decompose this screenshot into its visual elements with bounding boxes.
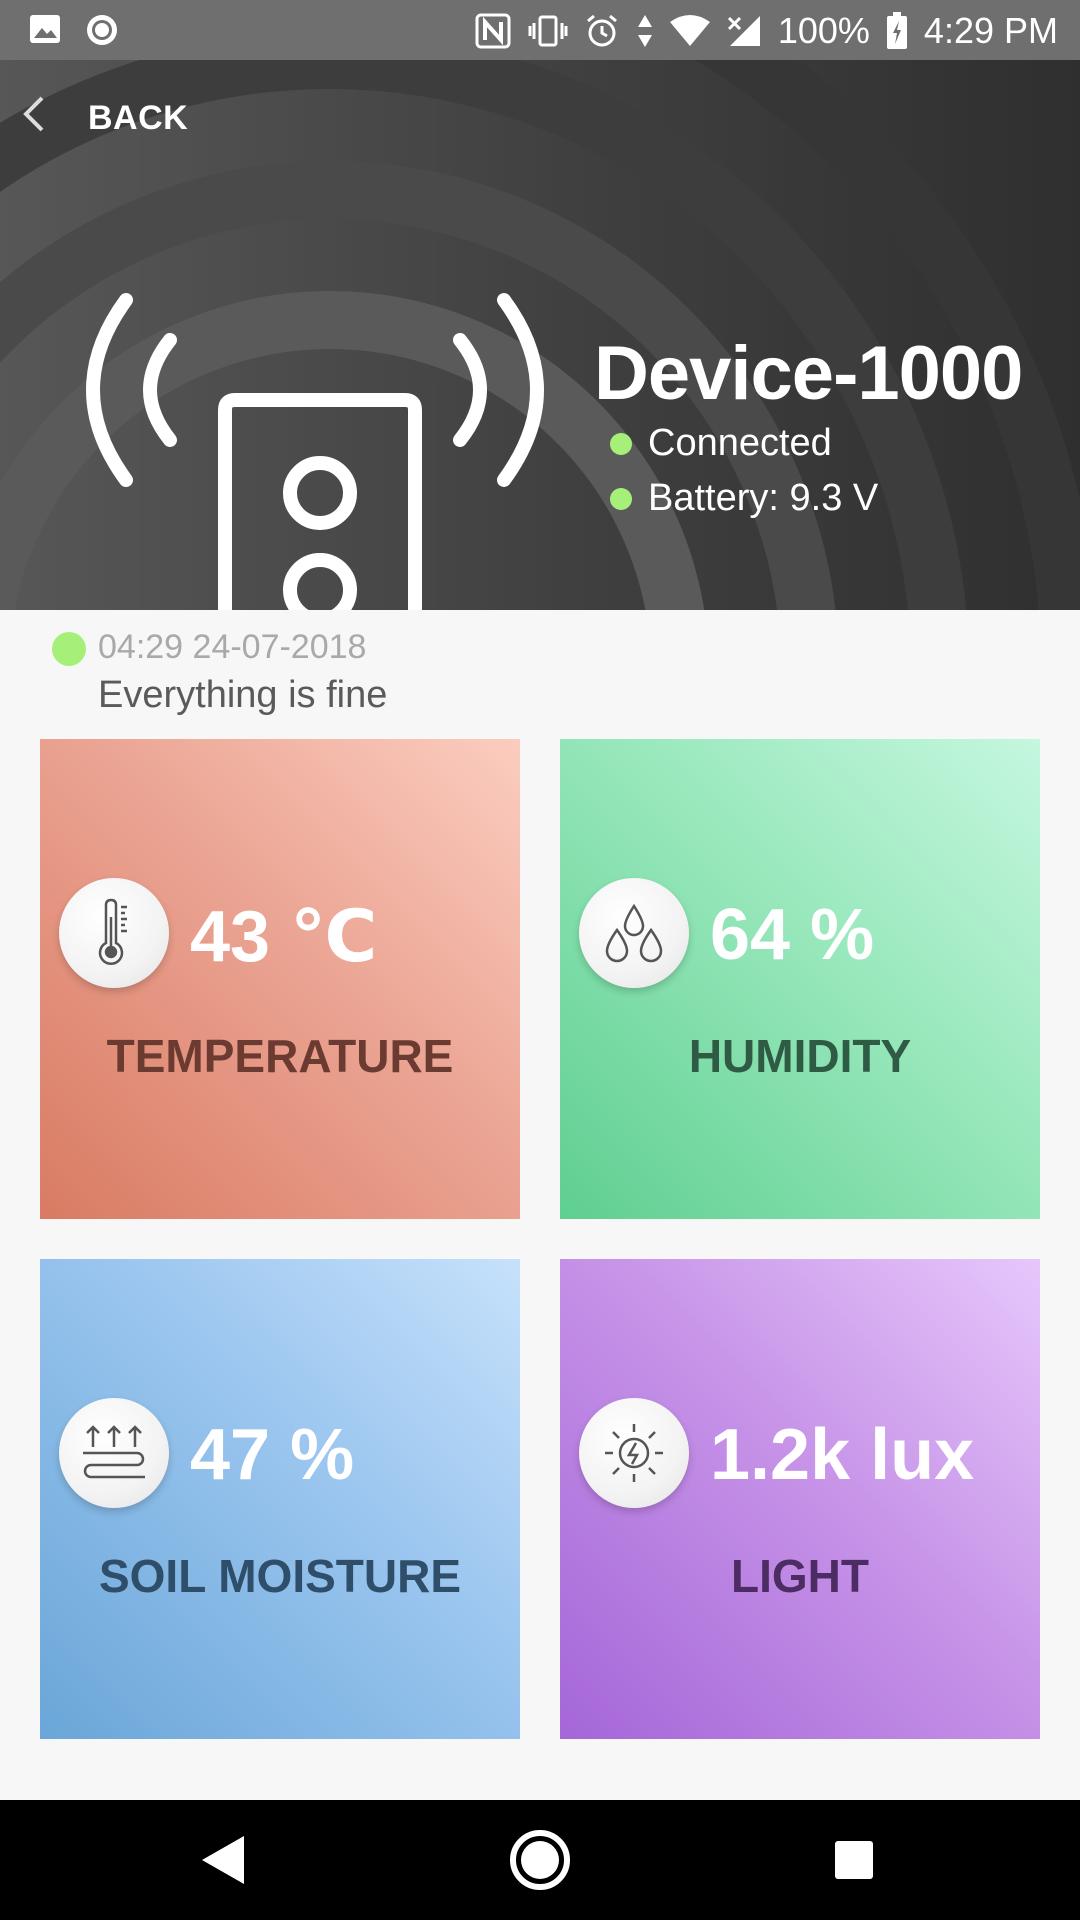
sensor-device-icon bbox=[70, 230, 570, 610]
connection-status: Connected bbox=[610, 422, 832, 465]
battery-indicator bbox=[610, 487, 632, 510]
temperature-value: 43 ℃ bbox=[190, 897, 378, 977]
data-arrows-icon bbox=[636, 13, 654, 49]
status-indicator bbox=[52, 632, 86, 666]
back-nav-icon[interactable] bbox=[198, 1830, 248, 1895]
nfc-icon bbox=[474, 12, 512, 50]
sun-icon bbox=[579, 1398, 689, 1508]
signal-icon bbox=[726, 14, 762, 48]
soil-moisture-icon bbox=[59, 1398, 169, 1508]
update-timestamp: 04:29 24-07-2018 bbox=[98, 628, 367, 666]
humidity-label: HUMIDITY bbox=[688, 1030, 912, 1082]
battery-label: Battery: 9.3 V bbox=[648, 477, 879, 519]
device-header: BACK Device-1000 Connected Battery: 9.3 … bbox=[0, 60, 1080, 610]
connected-indicator bbox=[610, 432, 632, 455]
connection-label: Connected bbox=[648, 422, 832, 464]
soil-moisture-tile[interactable]: 47 % SOIL MOISTURE bbox=[40, 1259, 520, 1739]
thermometer-icon bbox=[59, 878, 169, 988]
vibrate-icon bbox=[528, 13, 568, 49]
light-label: LIGHT bbox=[731, 1550, 869, 1602]
back-button[interactable]: BACK bbox=[18, 94, 188, 143]
soil-moisture-value: 47 % bbox=[190, 1415, 355, 1495]
navigation-bar bbox=[0, 1800, 1080, 1920]
soil-moisture-label: SOIL MOISTURE bbox=[98, 1550, 462, 1602]
status-time: 4:29 PM bbox=[923, 10, 1058, 51]
temperature-tile[interactable]: 43 ℃ TEMPERATURE bbox=[40, 739, 520, 1219]
status-bar: 100% 4:29 PM bbox=[0, 0, 1080, 60]
humidity-tile[interactable]: 64 % HUMIDITY bbox=[560, 739, 1040, 1219]
light-tile[interactable]: 1.2k lux LIGHT bbox=[560, 1259, 1040, 1739]
status-message: Everything is fine bbox=[98, 674, 388, 716]
image-icon bbox=[28, 12, 62, 48]
recents-nav-icon[interactable] bbox=[832, 1838, 876, 1887]
battery-icon bbox=[886, 12, 908, 50]
back-label: BACK bbox=[88, 99, 189, 137]
chevron-left-icon bbox=[18, 94, 48, 143]
alarm-icon bbox=[584, 13, 620, 49]
record-icon bbox=[84, 12, 120, 48]
device-name: Device-1000 bbox=[594, 331, 1023, 416]
humidity-value: 64 % bbox=[710, 895, 875, 975]
water-drops-icon bbox=[579, 878, 689, 988]
wifi-icon bbox=[669, 14, 710, 48]
temperature-label: TEMPERATURE bbox=[106, 1030, 454, 1082]
battery-percent: 100% bbox=[777, 10, 870, 51]
home-nav-icon[interactable] bbox=[508, 1828, 572, 1897]
battery-status: Battery: 9.3 V bbox=[610, 477, 878, 520]
light-value: 1.2k lux bbox=[710, 1415, 975, 1495]
